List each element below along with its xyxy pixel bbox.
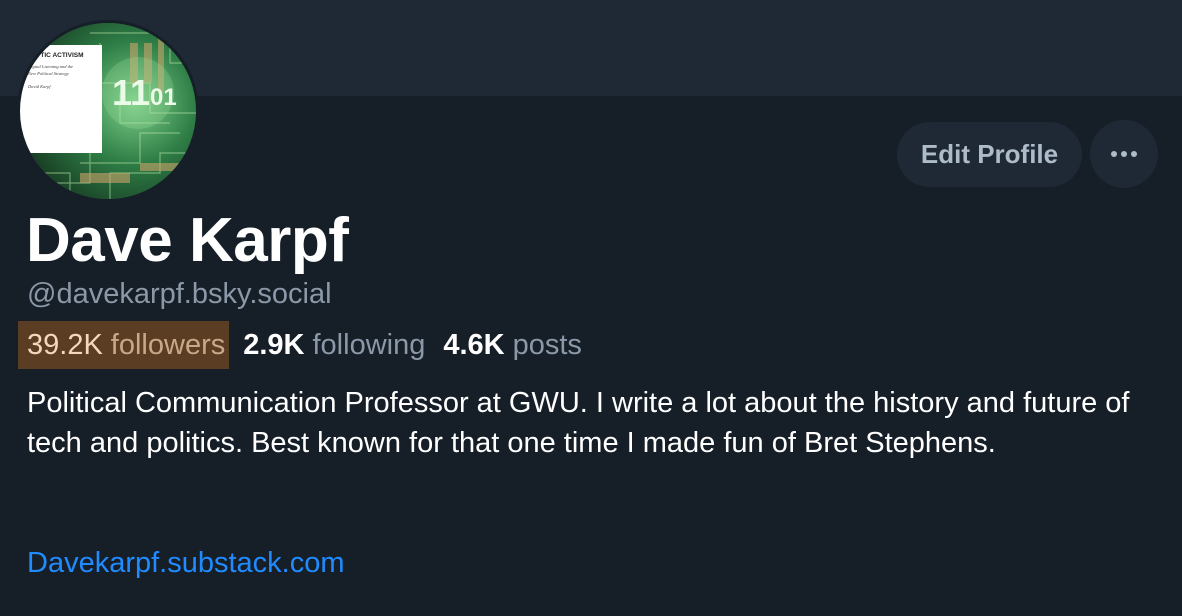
- more-horizontal-icon: [1111, 151, 1137, 157]
- posts-label: posts: [512, 328, 582, 361]
- followers-stat[interactable]: 39.2K followers: [18, 321, 230, 369]
- followers-count: 39.2K: [27, 328, 103, 361]
- followers-label: followers: [110, 328, 226, 361]
- posts-stat: 4.6K posts: [443, 321, 582, 369]
- avatar-book-title: ALYTIC ACTIVISM: [28, 52, 84, 59]
- avatar-digits-small: 01: [150, 84, 177, 111]
- profile-website-link[interactable]: Davekarpf.substack.com: [27, 543, 345, 583]
- profile-stats: 39.2K followers 2.9K following 4.6K post…: [18, 321, 582, 369]
- avatar-image: 11 01 ALYTIC ACTIVISM Digital Listening …: [20, 23, 196, 199]
- avatar-book-author: David Karpf: [27, 84, 51, 89]
- avatar-digits-large: 11: [112, 72, 150, 113]
- avatar[interactable]: 11 01 ALYTIC ACTIVISM Digital Listening …: [17, 20, 199, 202]
- following-stat[interactable]: 2.9K following: [243, 321, 425, 369]
- posts-count: 4.6K: [443, 328, 505, 361]
- avatar-book-subtitle-2: New Political Strategy: [27, 71, 69, 76]
- avatar-book-subtitle-1: Digital Listening and the: [27, 64, 73, 69]
- edit-profile-button[interactable]: Edit Profile: [897, 122, 1082, 187]
- following-label: following: [312, 328, 426, 361]
- profile-handle: @davekarpf.bsky.social: [27, 278, 332, 310]
- display-name: Dave Karpf: [26, 206, 349, 275]
- following-count: 2.9K: [243, 328, 305, 361]
- more-options-button[interactable]: [1090, 120, 1158, 188]
- profile-bio: Political Communication Professor at GWU…: [27, 387, 1130, 459]
